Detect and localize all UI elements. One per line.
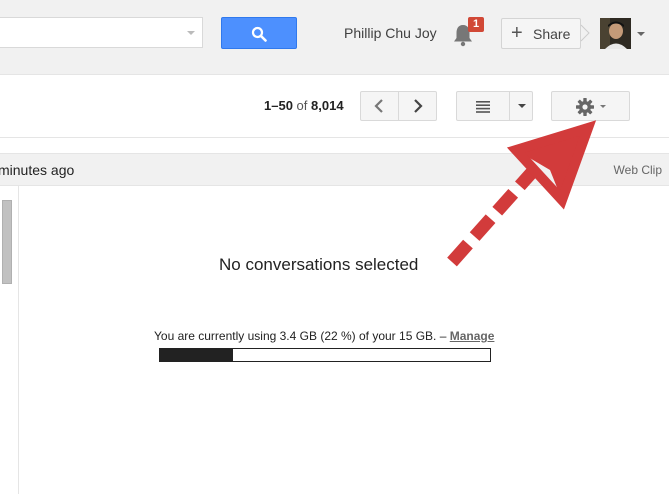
manage-storage-link[interactable]: Manage bbox=[450, 329, 495, 343]
storage-usage-fill bbox=[160, 349, 233, 361]
empty-reading-pane-message: No conversations selected bbox=[219, 255, 419, 274]
avatar[interactable] bbox=[600, 18, 631, 49]
newer-button[interactable] bbox=[360, 91, 399, 121]
account-menu-caret-icon[interactable] bbox=[637, 32, 645, 36]
notification-badge[interactable]: 1 bbox=[468, 17, 484, 32]
plus-icon: + bbox=[511, 22, 523, 44]
conversation-time: minutes ago bbox=[0, 162, 75, 178]
web-clip-link[interactable]: Web Clip bbox=[614, 163, 662, 177]
pagination-count: 1–50 of 8,014 bbox=[264, 98, 344, 113]
share-arrow-icon bbox=[580, 24, 590, 42]
search-button[interactable] bbox=[221, 17, 297, 49]
search-options-caret-icon[interactable] bbox=[187, 31, 195, 35]
storage-usage-text: You are currently using 3.4 GB (22 %) of… bbox=[154, 329, 494, 343]
share-label: Share bbox=[533, 26, 571, 42]
chevron-down-icon bbox=[518, 104, 526, 108]
top-bar: Phillip Chu Joy 1 + Share bbox=[0, 0, 669, 75]
page-total: 8,014 bbox=[311, 98, 344, 113]
page-of-label: of bbox=[296, 98, 308, 113]
search-input[interactable] bbox=[0, 17, 203, 48]
chevron-left-icon bbox=[374, 99, 383, 113]
settings-caret-icon bbox=[600, 105, 606, 108]
share-button[interactable]: + Share bbox=[501, 18, 581, 49]
user-name[interactable]: Phillip Chu Joy bbox=[344, 25, 437, 41]
page-range: 1–50 bbox=[264, 98, 293, 113]
storage-usage-bar bbox=[159, 348, 491, 362]
search-icon bbox=[251, 26, 267, 42]
storage-usage-label: You are currently using 3.4 GB (22 %) of… bbox=[154, 329, 447, 343]
annotation-arrow bbox=[447, 120, 597, 267]
chevron-right-icon bbox=[414, 99, 423, 113]
list-scrollbar-thumb[interactable] bbox=[2, 200, 12, 284]
